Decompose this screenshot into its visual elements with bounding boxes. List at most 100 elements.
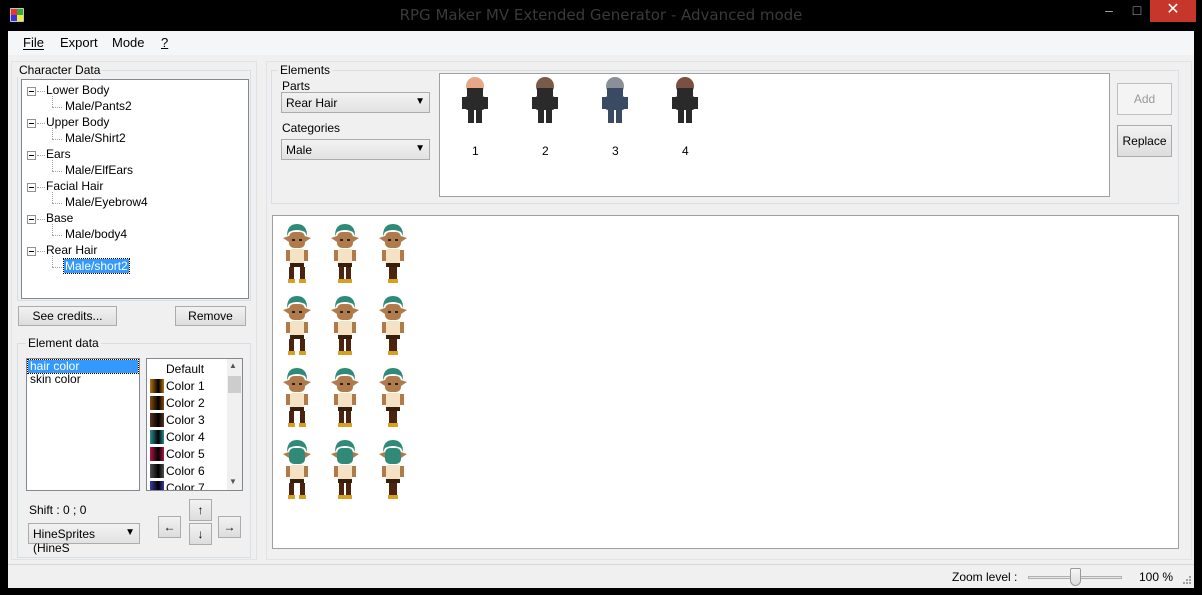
element-preview-label: 4: [682, 144, 689, 158]
menu-bar: File Export Mode ?: [8, 31, 1194, 55]
color-swatch: [150, 413, 164, 427]
tree-collapse-icon[interactable]: [27, 151, 36, 160]
client-area: File Export Mode ? Character Data Lower …: [8, 31, 1194, 588]
color-option[interactable]: Color 6: [148, 463, 226, 480]
color-option[interactable]: Color 7: [148, 480, 226, 490]
tree-collapse-icon[interactable]: [27, 87, 36, 96]
element-preview-figure[interactable]: [462, 77, 488, 125]
scrollbar-thumb[interactable]: [228, 376, 241, 393]
tree-category[interactable]: Ears: [46, 147, 71, 161]
character-sprite-frame: [331, 440, 359, 499]
minimize-button[interactable]: –: [1096, 0, 1122, 22]
tree-category[interactable]: Facial Hair: [46, 179, 103, 193]
character-sprite-frame: [331, 296, 359, 355]
tree-connector: [52, 192, 53, 203]
color-swatch: [150, 430, 164, 444]
color-swatch: [150, 379, 164, 393]
tree-category[interactable]: Lower Body: [46, 83, 109, 97]
color-option[interactable]: Color 1: [148, 378, 226, 395]
element-preview-label: 2: [542, 144, 549, 158]
add-button[interactable]: Add: [1117, 83, 1172, 115]
resize-grip-icon[interactable]: [1180, 575, 1192, 587]
source-select[interactable]: HineSprites (HineS ▼: [28, 523, 140, 555]
close-button[interactable]: ✕: [1150, 0, 1196, 22]
see-credits-button[interactable]: See credits...: [18, 306, 117, 326]
zoom-slider-thumb[interactable]: [1070, 568, 1081, 586]
color-option[interactable]: Color 3: [148, 412, 226, 429]
tree-category[interactable]: Base: [46, 211, 73, 225]
color-option[interactable]: Color 2: [148, 395, 226, 412]
tree-item[interactable]: Male/Eyebrow4: [64, 195, 149, 209]
element-preview-figure[interactable]: [532, 77, 558, 125]
menu-export-label: Export: [60, 35, 98, 50]
tree-category[interactable]: Upper Body: [46, 115, 109, 129]
property-skin-color[interactable]: skin color: [28, 373, 138, 386]
element-preview-list[interactable]: 1 2 3 4: [439, 73, 1110, 197]
tree-item[interactable]: Male/short2: [63, 258, 130, 274]
categories-select[interactable]: Male ▼: [281, 139, 430, 160]
title-bar: RPG Maker MV Extended Generator - Advanc…: [0, 0, 1202, 32]
character-sprite-frame: [379, 224, 407, 283]
character-tree[interactable]: Lower Body Male/Pants2 Upper Body Male/Shir…: [21, 79, 249, 299]
tree-item[interactable]: Male/ElfEars: [64, 163, 134, 177]
character-data-label: Character Data: [17, 63, 103, 77]
color-name: Color 2: [166, 396, 205, 410]
shift-right-button[interactable]: →: [218, 516, 241, 538]
elements-label: Elements: [278, 63, 333, 77]
parts-select[interactable]: Rear Hair ▼: [281, 92, 430, 113]
menu-file[interactable]: File: [23, 35, 44, 50]
color-option[interactable]: Default: [148, 361, 226, 378]
tree-collapse-icon[interactable]: [27, 215, 36, 224]
color-swatch: [150, 481, 164, 490]
element-data-label: Element data: [26, 336, 101, 350]
menu-file-label: File: [23, 35, 44, 50]
element-preview-figure[interactable]: [672, 77, 698, 125]
tree-connector: [52, 224, 53, 235]
maximize-button[interactable]: □: [1124, 0, 1150, 22]
tree-connector: [37, 155, 45, 156]
character-sprite-frame: [379, 368, 407, 427]
scroll-up-icon[interactable]: ▲: [229, 361, 237, 370]
color-name: Color 3: [166, 413, 205, 427]
window-title: RPG Maker MV Extended Generator - Advanc…: [399, 6, 803, 24]
tree-collapse-icon[interactable]: [27, 119, 36, 128]
shift-left-button[interactable]: ←: [158, 516, 181, 538]
character-sprite-frame: [379, 440, 407, 499]
menu-export[interactable]: Export: [60, 35, 98, 50]
color-option[interactable]: Color 4: [148, 429, 226, 446]
tree-connector: [52, 203, 62, 204]
parts-label: Parts: [282, 79, 311, 93]
tree-connector: [52, 171, 62, 172]
tree-connector: [52, 235, 62, 236]
sprite-canvas[interactable]: [272, 215, 1179, 549]
replace-button[interactable]: Replace: [1117, 125, 1172, 157]
zoom-label: Zoom level :: [952, 570, 1018, 584]
categories-select-value: Male: [286, 143, 313, 157]
remove-button[interactable]: Remove: [175, 306, 246, 326]
chevron-down-icon: ▼: [415, 96, 425, 107]
shift-down-button[interactable]: ↓: [189, 523, 212, 545]
tree-connector: [52, 139, 62, 140]
tree-item[interactable]: Male/Pants2: [64, 99, 133, 113]
tree-collapse-icon[interactable]: [27, 247, 36, 256]
scroll-down-icon[interactable]: ▼: [229, 477, 237, 486]
tree-collapse-icon[interactable]: [27, 183, 36, 192]
color-list-scrollbar[interactable]: ▲ ▼: [227, 359, 242, 490]
color-option[interactable]: Color 5: [148, 446, 226, 463]
categories-label: Categories: [282, 121, 341, 135]
tree-item[interactable]: Male/Shirt2: [64, 131, 127, 145]
tree-item[interactable]: Male/body4: [64, 227, 128, 241]
tree-category[interactable]: Rear Hair: [46, 243, 97, 257]
menu-mode[interactable]: Mode: [112, 35, 145, 50]
property-list[interactable]: hair color skin color: [26, 358, 140, 491]
color-swatch: [150, 464, 164, 478]
element-preview-figure[interactable]: [602, 77, 628, 125]
tree-connector: [52, 256, 53, 267]
menu-help[interactable]: ?: [161, 35, 168, 50]
tree-connector: [52, 128, 53, 139]
element-preview-label: 1: [472, 144, 479, 158]
character-sprite-frame: [283, 440, 311, 499]
color-list[interactable]: Default Color 1 Color 2 Color 3 Color 4 Color…: [146, 358, 243, 491]
chevron-down-icon: ▼: [125, 527, 135, 538]
shift-up-button[interactable]: ↑: [189, 499, 212, 521]
